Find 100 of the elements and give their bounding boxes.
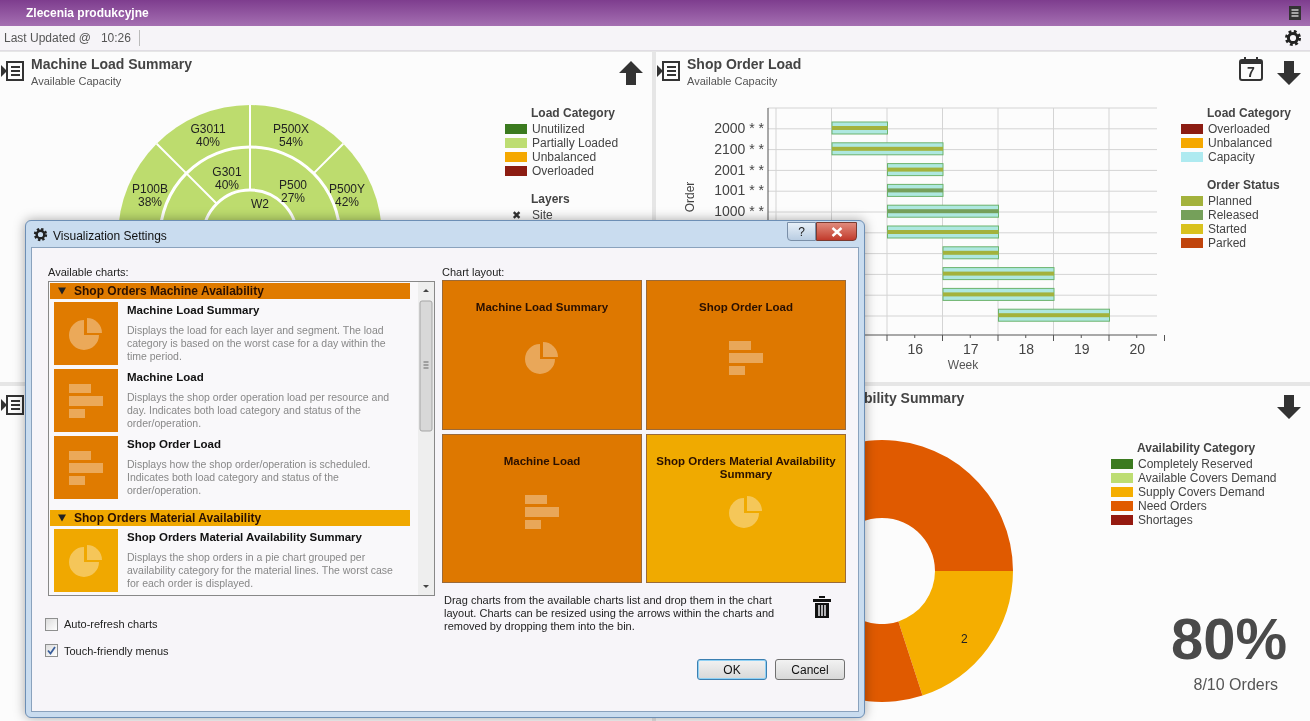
settings-icon[interactable] — [1284, 29, 1302, 47]
panel-subtitle: Available Capacity — [31, 74, 123, 89]
chart-description: Displays the load for each layer and segment. The load category is based on the worst case for a day within the time period. — [127, 324, 387, 363]
legend-label: Overloaded — [1208, 121, 1271, 138]
row-label: 2000 * * — [714, 120, 764, 136]
segment-value: 27% — [281, 191, 305, 205]
bar — [831, 121, 888, 135]
document-icon[interactable] — [1288, 5, 1302, 21]
slice-label: 2 — [961, 632, 968, 647]
legend-label: Started — [1208, 221, 1247, 238]
close-button[interactable] — [816, 222, 857, 241]
legend-label: Site — [532, 207, 553, 224]
legend-label: Shortages — [1138, 512, 1193, 529]
legend-title: Load Category — [530, 105, 616, 122]
chart-list-item[interactable]: Machine Load Summary Displays the load for each layer and segment. The load category is based on the worst case for a day within the time period. — [50, 299, 418, 366]
panel-menu-icon[interactable] — [1, 394, 25, 416]
row-label: 2100 * * — [714, 140, 764, 157]
window-title: Zlecenia produkcyjne — [26, 5, 149, 22]
last-updated-label: Last Updated @ — [4, 30, 91, 47]
legend-marker: ✖ — [510, 207, 522, 223]
segment-label: P500X — [273, 122, 309, 136]
legend-title: Load Category — [1206, 105, 1291, 122]
chart-list-item[interactable]: Machine Load Displays the shop order operation load per resource and day. Indicates both load category and status of the order/operation. — [50, 366, 418, 433]
layout-tile[interactable]: Machine Load Summary — [442, 280, 642, 430]
bar-chart-icon — [729, 341, 763, 375]
segment-label: W2 — [251, 197, 269, 211]
tile-title: Shop Orders Material Availability Summary — [655, 454, 837, 482]
layout-tile[interactable]: Machine Load — [442, 433, 642, 583]
checkbox-label: Touch-friendly menus — [64, 643, 169, 659]
segment-value: 40% — [215, 178, 239, 192]
bar-chart-icon — [525, 494, 559, 529]
section-label: Available charts: — [48, 265, 130, 280]
pie-chart-icon — [729, 494, 763, 529]
chart-title: Machine Load Summary — [127, 303, 261, 317]
chart-description: Displays how the shop order/operation is scheduled. Indicates both load category and status of the order/operation. — [127, 458, 372, 497]
arrow-down-icon[interactable] — [1276, 60, 1302, 86]
dialog-button[interactable]: Cancel — [775, 659, 845, 680]
checkbox[interactable] — [45, 644, 58, 658]
legend-label: Overloaded — [532, 163, 595, 180]
settings-icon — [33, 227, 48, 242]
instructions-text: Drag charts from the available charts list and drop them in the chart layout. Charts can be resized using the arrows within the charts and removed by dropping them into the bin. — [444, 594, 776, 633]
tile-title: Machine Load Summary — [474, 301, 610, 315]
bar-chart-icon — [69, 450, 103, 485]
week-label: 18 — [1018, 341, 1035, 357]
segment-value: 42% — [335, 195, 359, 209]
help-button[interactable]: ? — [787, 222, 816, 241]
chart-description: Displays the shop order operation load per resource and day. Indicates both load category and status of the order/operation. — [127, 391, 391, 430]
week-label: 16 — [907, 341, 924, 357]
week-label: 19 — [1073, 341, 1090, 357]
percent-value: 80% — [1169, 609, 1288, 669]
segment-label: G3011 — [190, 122, 226, 136]
legend-label: Unbalanced — [532, 150, 597, 166]
chart-list-item[interactable]: Shop Order Load Displays how the shop order/operation is scheduled. Indicates both load category and status of the order/operation. — [50, 433, 418, 500]
chart-description: Displays the shop orders in a pie chart grouped per availability category for the material lines. The worst case for each order is displayed. — [127, 551, 394, 590]
last-updated-time: 10:26 — [100, 30, 131, 47]
group-header[interactable]: Shop Orders Machine Availability — [50, 283, 410, 299]
bar-chart-icon — [69, 383, 103, 418]
panel-title: Shop Order Load — [687, 56, 802, 73]
legend-label: Unutilized — [532, 121, 585, 138]
legend-label: Parked — [1208, 235, 1247, 252]
bar — [887, 163, 944, 177]
axis-title: Order — [683, 181, 697, 213]
panel-menu-icon[interactable] — [657, 60, 681, 82]
panel-title: Machine Load Summary — [31, 56, 193, 73]
legend-label: Released — [1208, 207, 1259, 224]
chart-title: Shop Order Load — [127, 437, 222, 451]
legend-label: Available Covers Demand — [1138, 471, 1277, 487]
legend-label: Supply Covers Demand — [1138, 484, 1265, 501]
section-label: Chart layout: — [442, 265, 506, 280]
layout-tile[interactable]: Shop Orders Material Availability Summary — [646, 433, 846, 583]
calendar-button[interactable]: 7 — [1238, 56, 1264, 82]
expand-triangle-icon — [57, 514, 67, 522]
dialog-button[interactable]: OK — [697, 659, 767, 680]
legend-label: Unbalanced — [1208, 135, 1273, 152]
pie-chart-icon — [69, 316, 103, 351]
panel-menu-icon[interactable] — [1, 60, 25, 82]
scrollbar[interactable] — [418, 282, 434, 595]
legend-title: Availability Category — [1136, 440, 1257, 457]
arrow-up-icon[interactable] — [618, 60, 644, 86]
row-label: 2001 * * — [714, 161, 764, 178]
axis-title: Week — [947, 358, 979, 372]
segment-value: 38% — [138, 195, 162, 209]
legend-label: Planned — [1208, 193, 1253, 210]
legend-label: Need Orders — [1138, 499, 1207, 515]
tile-title: Shop Order Load — [698, 301, 794, 315]
chart-list-item[interactable]: Shop Orders Material Availability Summary Displays the shop orders in a pie chart grouped per availability category for the material lines. The worst case for each order is displayed. — [50, 526, 418, 593]
legend-label: Partially Loaded — [532, 135, 619, 152]
chart-title: Machine Load — [127, 370, 205, 384]
trash-icon[interactable] — [812, 596, 832, 618]
chart-title: Shop Orders Material Availability Summary — [127, 530, 363, 544]
legend-label: Completely Reserved — [1138, 456, 1253, 473]
group-header[interactable]: Shop Orders Material Availability — [50, 510, 410, 526]
row-label: 1000 * * — [714, 203, 764, 220]
panel-subtitle: Available Capacity — [687, 74, 779, 89]
pie-chart-icon — [69, 543, 103, 578]
arrow-down-icon[interactable] — [1276, 394, 1302, 420]
legend-label: Capacity — [1208, 149, 1255, 166]
checkbox[interactable] — [45, 617, 58, 631]
layout-tile[interactable]: Shop Order Load — [646, 280, 846, 430]
segment-value: 40% — [196, 135, 220, 149]
